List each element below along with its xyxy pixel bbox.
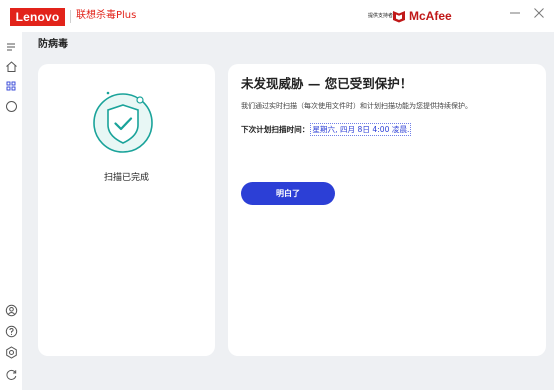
page-title: 防病毒	[38, 39, 68, 50]
apps-grid-icon	[6, 81, 16, 91]
scan-status-card: 扫描已完成	[38, 64, 215, 356]
result-headline: 未发现威胁 — 您已受到保护！	[241, 76, 413, 91]
lenovo-logo: Lenovo	[10, 8, 65, 26]
provided-by-label: 提供支持者	[368, 13, 394, 19]
help-icon	[5, 325, 17, 337]
circle-icon	[5, 100, 17, 112]
sidebar	[0, 32, 22, 390]
next-scan-row: 下次计划扫描时间： 星期六, 四月 8日 4:00 凌晨.	[241, 123, 412, 136]
mcafee-logo: McAfee	[392, 7, 452, 25]
title-bar: Lenovo 联想杀毒Plus 提供支持者 McAfee	[0, 0, 554, 32]
sidebar-item-help[interactable]	[2, 322, 20, 340]
next-scan-label: 下次计划扫描时间：	[241, 124, 310, 134]
shield-check-icon	[85, 83, 165, 163]
minimize-icon	[510, 12, 520, 14]
sidebar-item-apps[interactable]	[2, 77, 20, 95]
got-it-button[interactable]: 明白了	[241, 182, 335, 205]
refresh-icon	[5, 369, 16, 380]
sidebar-item-refresh[interactable]	[2, 365, 20, 383]
product-name: 联想杀毒Plus	[76, 10, 137, 21]
account-icon	[5, 304, 17, 316]
close-icon	[534, 8, 544, 18]
settings-icon	[5, 345, 17, 359]
main-content: 防病毒 扫描已完成 未发现威胁 — 您已受到保护！ 我们通过实时扫描（每次使用文…	[22, 32, 554, 390]
home-icon	[5, 60, 17, 72]
mcafee-wordmark: McAfee	[409, 9, 452, 23]
title-divider	[70, 10, 71, 23]
menu-icon	[7, 43, 15, 51]
minimize-button[interactable]	[505, 3, 525, 23]
sidebar-item-settings[interactable]	[2, 343, 20, 361]
result-description: 我们通过实时扫描（每次使用文件时）和计划扫描功能为您提供持续保护。	[241, 102, 472, 110]
mcafee-shield-icon	[393, 10, 405, 22]
scan-result-card: 未发现威胁 — 您已受到保护！ 我们通过实时扫描（每次使用文件时）和计划扫描功能…	[228, 64, 546, 356]
sidebar-item-circle[interactable]	[2, 97, 20, 115]
close-button[interactable]	[529, 3, 549, 23]
sidebar-item-account[interactable]	[2, 301, 20, 319]
scan-status-text: 扫描已完成	[103, 173, 149, 183]
next-scan-link[interactable]: 星期六, 四月 8日 4:00 凌晨.	[310, 123, 412, 136]
sidebar-item-menu[interactable]	[2, 38, 20, 56]
sidebar-item-home[interactable]	[2, 57, 20, 75]
